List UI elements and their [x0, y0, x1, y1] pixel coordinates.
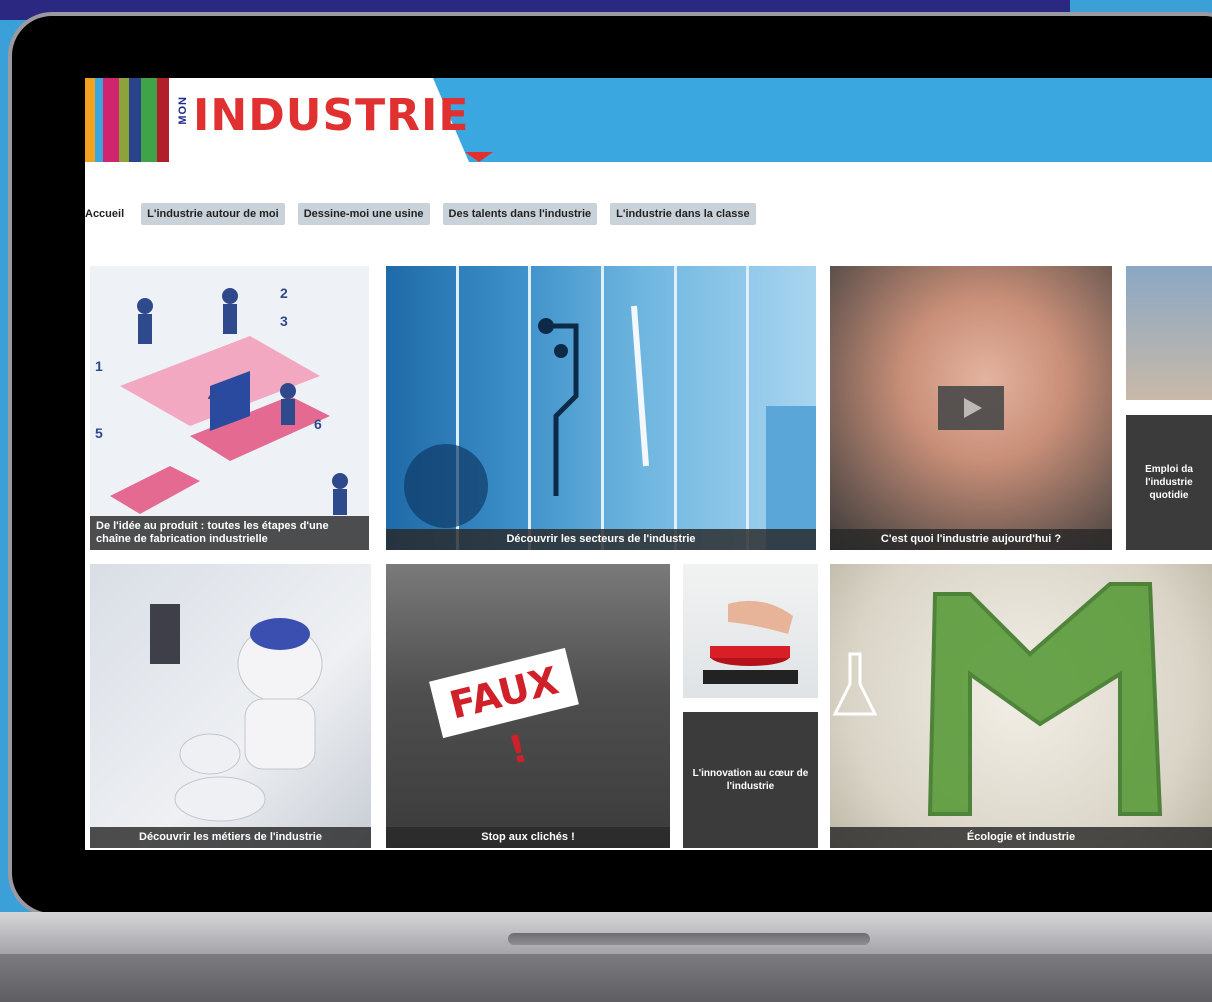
tile-etapes[interactable]: 2 3 1 4 5 6 De l'idée au produit : toute… — [90, 266, 369, 550]
tile-ecologie[interactable]: Écologie et industrie — [830, 564, 1212, 848]
nav-item-autour-de-moi[interactable]: L'industrie autour de moi — [141, 203, 285, 225]
svg-text:3: 3 — [280, 313, 288, 329]
tile-innovation[interactable]: L'innovation au cœur de l'industrie — [683, 712, 818, 848]
site-header: MON INDUSTRIE — [85, 78, 1212, 162]
svg-text:6: 6 — [314, 416, 322, 432]
tile-caption: Découvrir les métiers de l'industrie — [90, 827, 371, 848]
tile-caption: Stop aux clichés ! — [386, 827, 670, 848]
tile-innovation-image[interactable] — [683, 564, 818, 698]
svg-text:1: 1 — [95, 358, 103, 374]
tile-emploi[interactable]: Emploi da l'industrie quotidie — [1126, 415, 1212, 550]
tile-emploi-image[interactable] — [1126, 266, 1212, 400]
tile-video[interactable]: C'est quoi l'industrie aujourd'hui ? — [830, 266, 1112, 550]
logo-industrie-text: INDUSTRIE — [193, 90, 470, 141]
nav-item-talents[interactable]: Des talents dans l'industrie — [442, 203, 598, 225]
website-screen: MON INDUSTRIE Accueil L'industrie autour… — [85, 78, 1212, 850]
tile-metiers[interactable]: Découvrir les métiers de l'industrie — [90, 564, 371, 848]
svg-text:2: 2 — [280, 285, 288, 301]
nav-item-accueil[interactable]: Accueil — [85, 203, 128, 225]
tile-caption: Écologie et industrie — [830, 827, 1212, 848]
logo-stripes — [85, 78, 169, 162]
secteurs-image — [404, 266, 816, 550]
button-image — [703, 600, 798, 684]
tile-secteurs[interactable]: Découvrir les secteurs de l'industrie — [386, 266, 816, 550]
tile-emploi-label: Emploi da l'industrie quotidie — [1145, 464, 1193, 501]
ecologie-image — [832, 582, 1163, 816]
logo-mon-text: MON — [177, 96, 189, 125]
nav-item-classe[interactable]: L'industrie dans la classe — [610, 203, 756, 225]
svg-text:5: 5 — [95, 425, 103, 441]
logo-arrow-icon — [465, 152, 493, 162]
svg-text:4: 4 — [208, 388, 216, 404]
faux-label: FAUX ! — [429, 647, 579, 773]
tile-innovation-label: L'innovation au cœur de l'industrie — [692, 768, 809, 792]
tile-caption: De l'idée au produit : toutes les étapes… — [90, 516, 369, 550]
tile-caption: C'est quoi l'industrie aujourd'hui ? — [830, 529, 1112, 550]
robot-image — [150, 604, 323, 822]
tile-cliches[interactable]: FAUX ! Stop aux clichés ! — [386, 564, 670, 848]
nav-item-dessine-usine[interactable]: Dessine-moi une usine — [297, 203, 430, 225]
laptop-base-front — [0, 954, 1212, 1002]
tile-caption: Découvrir les secteurs de l'industrie — [386, 529, 816, 550]
play-icon[interactable] — [938, 386, 1004, 430]
chain-illustration: 2 3 1 4 5 6 — [95, 285, 348, 515]
main-nav: Accueil L'industrie autour de moi Dessin… — [85, 202, 756, 226]
laptop-hinge — [508, 933, 870, 945]
